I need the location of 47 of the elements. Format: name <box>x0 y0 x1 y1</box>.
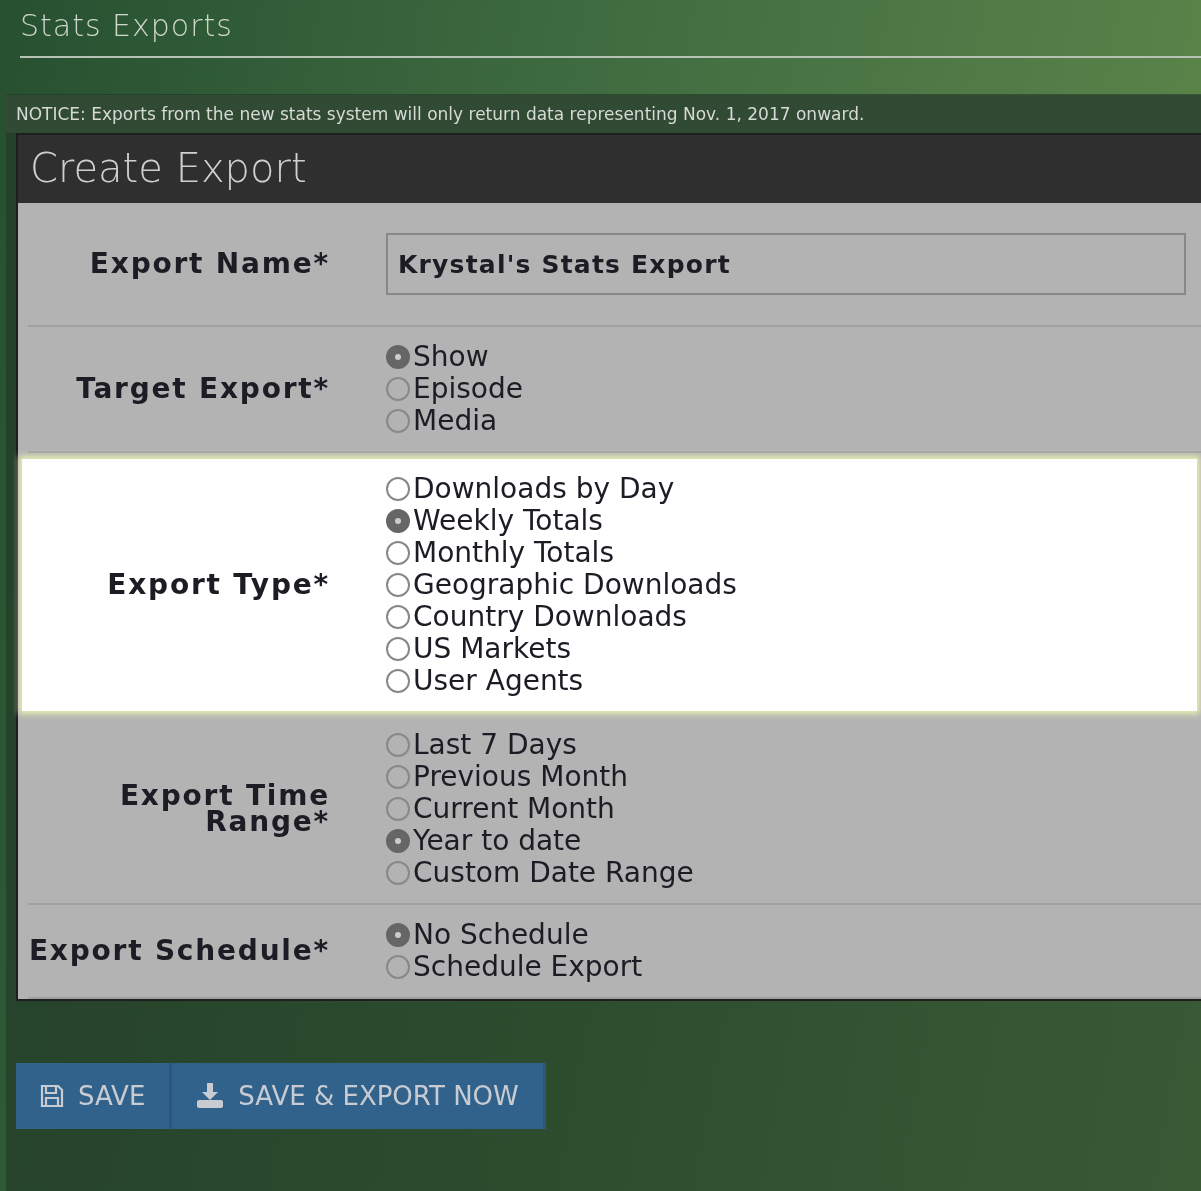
radio-icon[interactable] <box>386 477 410 501</box>
radio-icon[interactable] <box>386 765 410 789</box>
radio-option[interactable]: Media <box>386 405 1201 437</box>
radio-option[interactable]: No Schedule <box>386 919 1201 951</box>
download-icon <box>196 1083 225 1109</box>
radio-option[interactable]: Downloads by Day <box>386 473 1197 505</box>
radio-option[interactable]: Geographic Downloads <box>386 569 1197 601</box>
radio-option[interactable]: Monthly Totals <box>386 537 1197 569</box>
radio-option[interactable]: Show <box>386 341 1201 373</box>
field-label: Export Schedule* <box>28 938 331 964</box>
radio-icon[interactable] <box>386 955 410 979</box>
radio-icon[interactable] <box>386 573 410 597</box>
radio-icon[interactable] <box>386 409 410 433</box>
save-button[interactable]: SAVE <box>16 1063 173 1129</box>
field-label: Target Export* <box>75 376 331 402</box>
save-export-button[interactable]: SAVE & EXPORT NOW <box>172 1063 546 1129</box>
field-label: Export Name* <box>88 251 331 277</box>
radio-icon[interactable] <box>386 829 410 853</box>
radio-option[interactable]: Schedule Export <box>386 951 1201 983</box>
radio-option[interactable]: Episode <box>386 373 1201 405</box>
radio-icon[interactable] <box>386 861 410 885</box>
radio-icon[interactable] <box>386 605 410 629</box>
export-name-field[interactable]: Krystal's Stats Export <box>386 233 1186 295</box>
notice-text: NOTICE: Exports from the new stats system will only return data representing Nov. 1, 2017 onward. <box>6 95 1201 133</box>
radio-icon[interactable] <box>386 541 410 565</box>
radio-icon[interactable] <box>386 733 410 757</box>
radio-icon[interactable] <box>386 509 410 533</box>
radio-icon[interactable] <box>386 669 410 693</box>
radio-icon[interactable] <box>386 637 410 661</box>
radio-option[interactable]: Weekly Totals <box>386 505 1197 537</box>
radio-option[interactable]: Year to date <box>386 825 1201 857</box>
field-label: Export Type* <box>106 572 331 598</box>
radio-icon[interactable] <box>386 377 410 401</box>
radio-option[interactable]: US Markets <box>386 633 1197 665</box>
radio-option[interactable]: Last 7 Days <box>386 729 1201 761</box>
radio-option[interactable]: Country Downloads <box>386 601 1197 633</box>
field-label: Export Time Range* <box>118 783 331 835</box>
radio-icon[interactable] <box>386 923 410 947</box>
radio-option[interactable]: Previous Month <box>386 761 1201 793</box>
save-icon <box>40 1084 64 1108</box>
radio-icon[interactable] <box>386 797 410 821</box>
radio-option[interactable]: User Agents <box>386 665 1197 697</box>
page-title: Stats Exports <box>20 6 1201 58</box>
radio-option[interactable]: Current Month <box>386 793 1201 825</box>
panel-title: Create Export <box>18 135 1201 203</box>
radio-option[interactable]: Custom Date Range <box>386 857 1201 889</box>
radio-icon[interactable] <box>386 345 410 369</box>
